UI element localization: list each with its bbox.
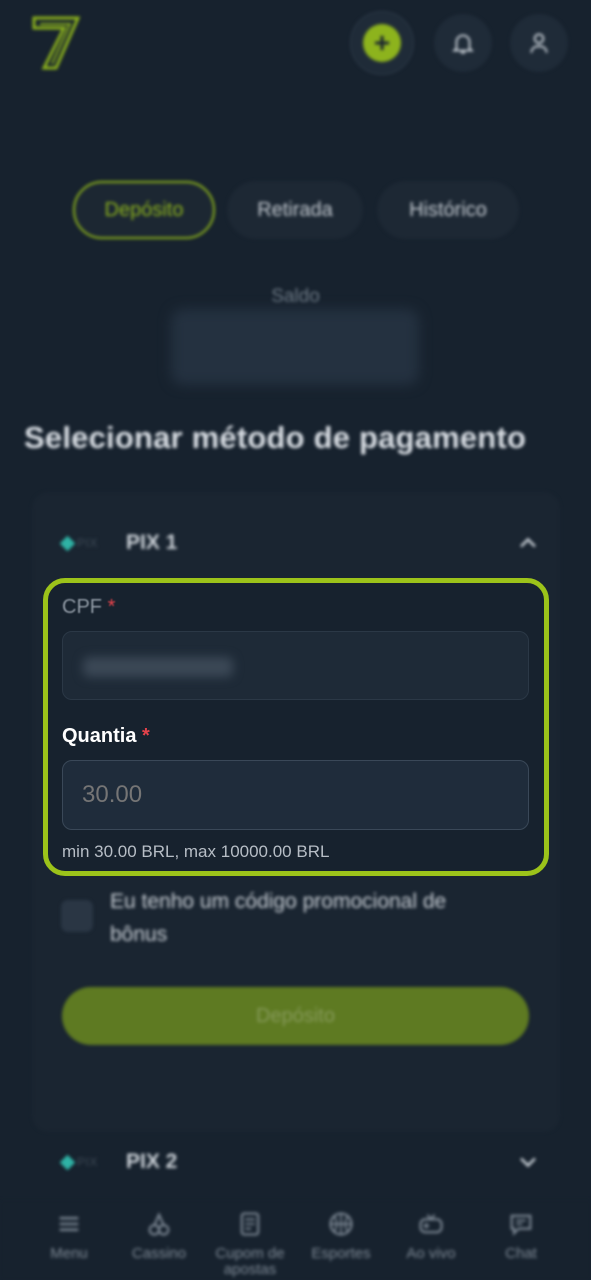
nav-casino[interactable]: Cassino: [114, 1210, 204, 1262]
method-name: PIX 1: [126, 531, 178, 554]
nav-betslip[interactable]: Cupom de apostas: [205, 1210, 295, 1278]
nav-menu[interactable]: Menu: [24, 1210, 114, 1262]
plus-icon: +: [363, 24, 401, 62]
chevron-down-icon[interactable]: [514, 1148, 542, 1176]
menu-icon: [59, 1217, 79, 1231]
profile-button[interactable]: [510, 14, 568, 72]
gamepad-icon: [419, 1214, 443, 1234]
tab-deposit[interactable]: Depósito: [73, 181, 215, 239]
promo-code-checkbox[interactable]: [61, 900, 93, 932]
receipt-icon: [240, 1212, 260, 1236]
nav-live[interactable]: Ao vivo: [386, 1210, 476, 1262]
chat-icon: [510, 1214, 532, 1236]
promo-code-label[interactable]: Eu tenho um código promocional de bônus: [110, 885, 490, 951]
chevron-up-icon[interactable]: [514, 529, 542, 557]
cpf-value-redacted: [83, 657, 233, 677]
amount-limits: min 30.00 BRL, max 10000.00 BRL: [62, 842, 330, 861]
top-header: +: [0, 0, 591, 90]
pix-logo-icon: PIX: [59, 1154, 118, 1170]
amount-field[interactable]: [62, 760, 529, 830]
method-name: PIX 2: [126, 1150, 178, 1173]
bell-icon: [451, 34, 475, 54]
tab-history[interactable]: Histórico: [377, 181, 519, 239]
pix-logo-icon: PIX: [59, 535, 118, 551]
user-icon: [530, 33, 548, 53]
nav-chat[interactable]: Chat: [476, 1210, 566, 1262]
brand-7-logo[interactable]: [30, 14, 82, 72]
nav-sports[interactable]: Esportes: [296, 1210, 386, 1262]
amount-label: Quantia *: [62, 725, 150, 747]
balance-label: Saldo: [271, 286, 320, 307]
balance-value-redacted: [171, 309, 419, 385]
add-funds-button[interactable]: +: [350, 11, 414, 75]
notifications-button[interactable]: [434, 14, 492, 72]
basketball-icon: [329, 1212, 353, 1236]
tab-withdraw[interactable]: Retirada: [227, 181, 363, 239]
bottom-navigation: Menu Cassino Cupom de apostas Esportes A…: [0, 1200, 591, 1280]
cpf-label: CPF *: [62, 596, 116, 618]
wallet-tabs: Depósito Retirada Histórico: [73, 181, 519, 241]
cpf-field[interactable]: [62, 631, 529, 700]
deposit-submit-button[interactable]: Depósito: [62, 987, 529, 1045]
method-row-pix-2[interactable]: PIX PIX 2: [59, 1142, 542, 1182]
page-title: Selecionar método de pagamento: [24, 420, 527, 455]
method-row-pix-1[interactable]: PIX PIX 1: [59, 523, 542, 563]
cherries-icon: [148, 1212, 170, 1236]
